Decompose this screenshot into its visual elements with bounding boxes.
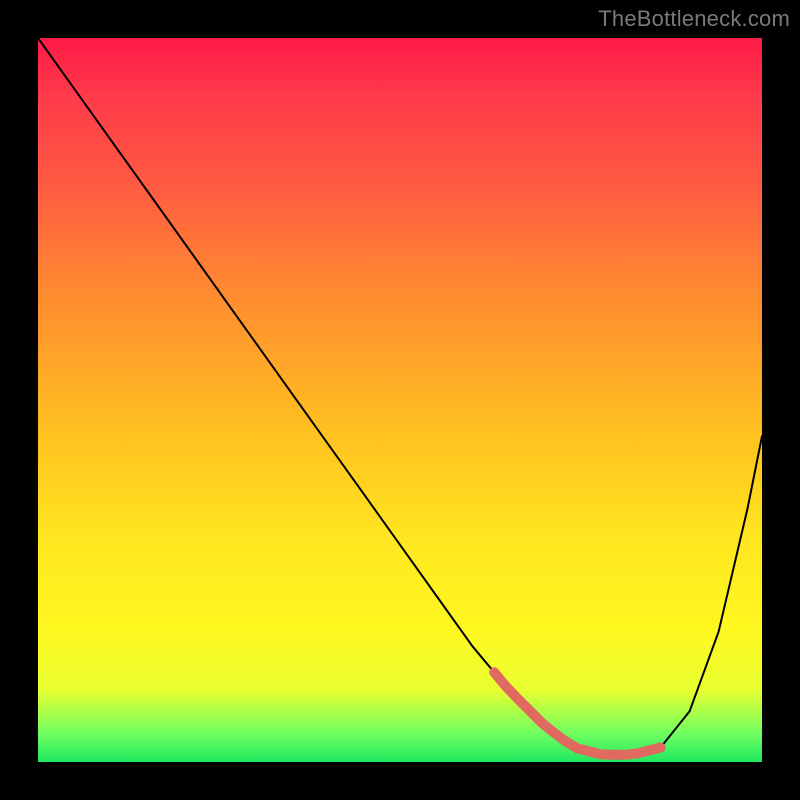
bottleneck-curve [38, 38, 762, 755]
chart-svg [38, 38, 762, 762]
watermark-text: TheBottleneck.com [598, 6, 790, 32]
optimal-zone-highlight [494, 672, 660, 755]
chart-plot-area [38, 38, 762, 762]
chart-frame: TheBottleneck.com [0, 0, 800, 800]
